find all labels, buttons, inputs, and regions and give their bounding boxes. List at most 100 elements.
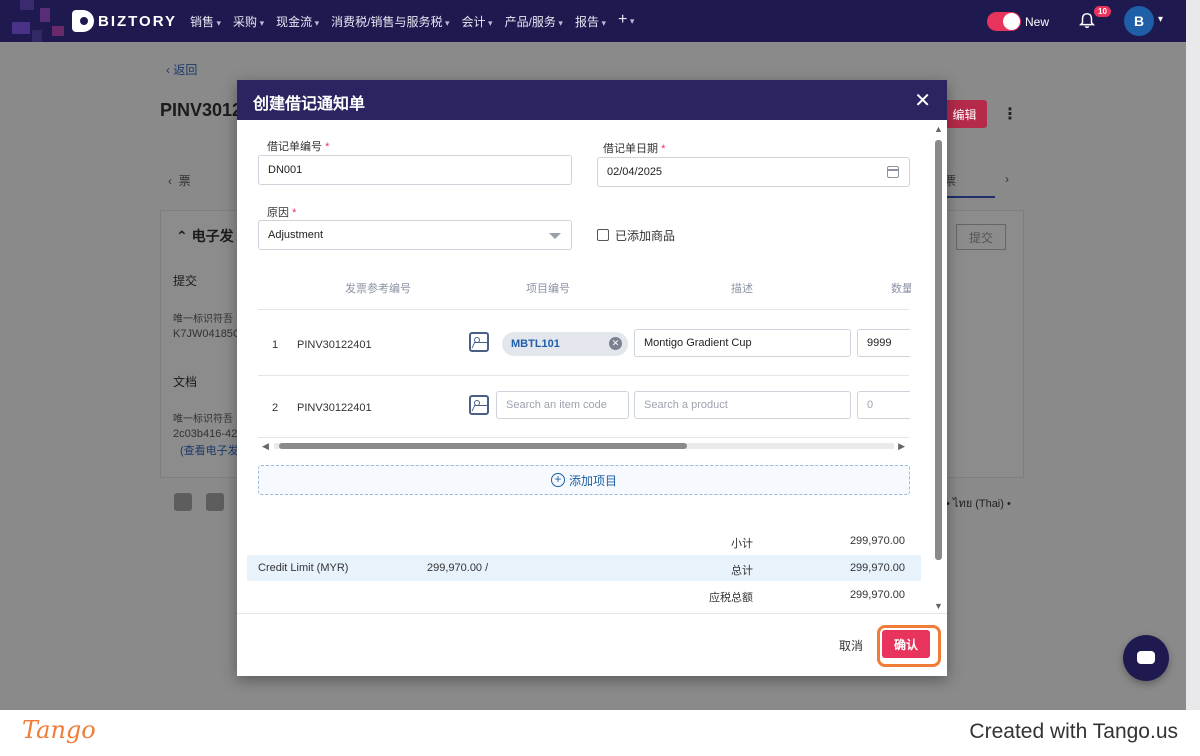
footer-divider — [237, 613, 947, 614]
confirm-button[interactable]: 确认 — [882, 630, 930, 658]
row-2-number: 2 — [272, 402, 279, 414]
uid-label-1: 唯一标识符吾 — [173, 314, 233, 325]
reason-select[interactable]: Adjustment — [258, 220, 572, 250]
reason-value: Adjustment — [268, 229, 324, 241]
item-code-search[interactable]: Search an item code — [496, 391, 629, 419]
browser-scrollbar — [1186, 0, 1200, 710]
chevron-down-icon[interactable]: ▾ — [1158, 14, 1163, 25]
item-code-chip[interactable]: MBTL101 ✕ — [502, 332, 628, 356]
header-divider — [258, 309, 909, 310]
scroll-left-icon[interactable]: ◀ — [262, 441, 269, 452]
uid-label-2: 唯一标识符吾 — [173, 414, 233, 425]
bell-icon[interactable] — [1078, 12, 1096, 30]
edit-button[interactable]: 编辑 — [942, 100, 987, 128]
biztory-logo-icon — [72, 10, 94, 32]
add-item-label: 添加项目 — [568, 473, 617, 488]
debit-no-label: 借记单编号 * — [267, 141, 330, 153]
total-value: 299,970.00 — [849, 562, 905, 574]
bg-submit-button[interactable]: 提交 — [956, 224, 1006, 250]
top-navbar: BIZTORY 销售 采购 现金流 消费税/销售与服务税 会计 产品/服务 报告… — [0, 0, 1186, 42]
image-icon[interactable] — [469, 395, 489, 415]
scroll-thumb[interactable] — [279, 443, 687, 449]
menu-reports[interactable]: 报告 — [575, 13, 606, 30]
menu-cashflow[interactable]: 现金流 — [276, 13, 319, 30]
row-divider — [258, 375, 909, 376]
col-quantity: 数量 — [891, 283, 911, 295]
toggle-label: New — [1025, 15, 1050, 29]
subtotal-row: 小计 299,970.00 — [247, 528, 921, 554]
document-title: PINV3012 — [160, 100, 243, 120]
menu-products[interactable]: 产品/服务 — [505, 13, 563, 30]
product-search[interactable]: Search a product — [634, 391, 851, 419]
close-icon[interactable]: ✕ — [914, 88, 931, 113]
added-items-label: 已添加商品 — [615, 229, 676, 243]
taxable-label: 应税总额 — [709, 592, 753, 604]
taxable-value: 299,970.00 — [849, 589, 905, 601]
subtotal-label: 小计 — [731, 538, 753, 550]
total-label: 总计 — [731, 565, 753, 577]
row-1-quantity[interactable]: 9999 — [857, 329, 910, 357]
reason-label: 原因 * — [267, 207, 297, 219]
uid-value-2: 2c03b416-42 — [173, 428, 238, 440]
social-links — [174, 493, 224, 511]
facebook-icon[interactable] — [174, 493, 192, 511]
youtube-icon[interactable] — [206, 493, 224, 511]
row-2-quantity[interactable]: 0 — [857, 391, 910, 419]
row-2-invoice-ref: PINV30122401 — [297, 402, 372, 414]
back-link[interactable]: ‹ 返回 — [166, 61, 197, 78]
debit-date-value: 02/04/2025 — [607, 166, 663, 178]
menu-add-icon[interactable]: + — [618, 12, 634, 30]
notification-badge: 10 — [1094, 6, 1111, 17]
modal-vertical-scrollbar[interactable]: ▲ ▼ — [932, 124, 944, 611]
add-item-button[interactable]: + 添加项目 — [258, 465, 910, 495]
modal-header: 创建借记通知单 ✕ — [237, 80, 947, 120]
cancel-button[interactable]: 取消 — [839, 637, 863, 654]
debit-date-input[interactable]: 02/04/2025 — [597, 157, 910, 187]
card-title: ⌃ 电子发 — [176, 228, 234, 244]
tab-left[interactable]: ‹ 票 — [168, 172, 191, 189]
section-submit: 提交 — [173, 274, 198, 288]
added-items-checkbox[interactable] — [597, 229, 609, 241]
language-selector[interactable]: • ไทย (Thai) • — [946, 494, 1011, 512]
scroll-up-icon[interactable]: ▲ — [934, 124, 943, 134]
chat-icon[interactable] — [1123, 635, 1169, 681]
total-row: Credit Limit (MYR) 299,970.00 / 总计 299,9… — [247, 555, 921, 581]
active-tab-indicator — [940, 196, 995, 198]
taxable-row: 应税总额 299,970.00 — [247, 582, 921, 608]
row-divider — [258, 437, 909, 438]
menu-purchases[interactable]: 采购 — [233, 13, 264, 30]
calendar-icon[interactable] — [887, 166, 899, 178]
col-description: 描述 — [731, 283, 753, 295]
chevron-right-icon[interactable]: › — [1005, 172, 1009, 186]
scroll-right-icon[interactable]: ▶ — [898, 441, 905, 452]
user-avatar[interactable]: B — [1124, 6, 1154, 36]
table-horizontal-scrollbar[interactable]: ◀ ▶ — [258, 440, 909, 452]
row-1-description[interactable]: Montigo Gradient Cup — [634, 329, 851, 357]
debit-note-modal: 创建借记通知单 ✕ 借记单编号 * DN001 借记单日期 * 02/04/20… — [237, 80, 947, 676]
debit-no-input[interactable]: DN001 — [258, 155, 572, 185]
brand-logo[interactable]: BIZTORY — [72, 10, 177, 32]
row-1-invoice-ref: PINV30122401 — [297, 339, 372, 351]
clear-icon[interactable]: ✕ — [609, 337, 622, 350]
modal-title: 创建借记通知单 — [253, 96, 366, 113]
menu-tax[interactable]: 消费税/销售与服务税 — [331, 13, 449, 30]
scroll-thumb[interactable] — [935, 140, 942, 560]
scroll-down-icon[interactable]: ▼ — [934, 601, 943, 611]
tango-credit: Created with Tango.us — [969, 720, 1178, 743]
col-invoice-ref: 发票参考编号 — [345, 283, 411, 295]
col-item-code: 项目编号 — [526, 283, 570, 295]
new-ui-toggle[interactable] — [987, 12, 1021, 31]
section-docs: 文档 — [173, 375, 198, 389]
credit-limit-value: 299,970.00 / — [427, 562, 489, 574]
view-einvoice-link[interactable]: (查看电子发 — [180, 442, 239, 458]
menu-accounting[interactable]: 会计 — [462, 13, 493, 30]
image-icon[interactable] — [469, 332, 489, 352]
row-1-number: 1 — [272, 339, 279, 351]
main-menu: 销售 采购 现金流 消费税/销售与服务税 会计 产品/服务 报告 + — [190, 12, 634, 30]
chevron-down-icon[interactable] — [549, 233, 561, 239]
uid-value-1: K7JW04185C — [173, 328, 241, 340]
more-options-icon[interactable]: ⋮ — [1002, 104, 1018, 124]
plus-circle-icon: + — [550, 473, 565, 487]
menu-sales[interactable]: 销售 — [190, 13, 221, 30]
brand-name: BIZTORY — [98, 12, 178, 30]
